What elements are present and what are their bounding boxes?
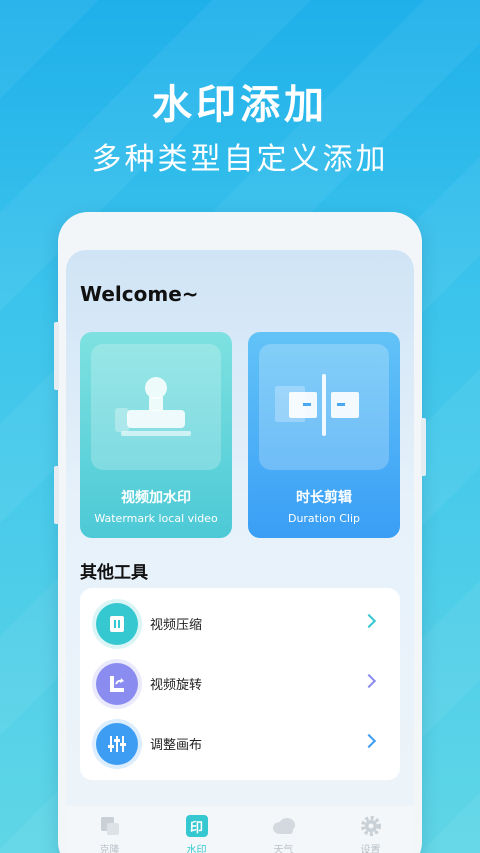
rotate-icon	[96, 663, 138, 705]
watermark-video-card[interactable]: 视频加水印 Watermark local video	[80, 332, 232, 538]
nav-label: 天气	[273, 845, 294, 853]
watermark-icon: 印	[185, 815, 208, 837]
gear-icon	[360, 816, 381, 836]
phone-side-button	[54, 466, 59, 524]
chevron-right-icon	[361, 613, 377, 629]
cloud-icon	[272, 818, 295, 834]
card-title: 视频加水印	[121, 490, 191, 506]
nav-label: 设置	[360, 845, 381, 853]
stamp-icon	[115, 377, 191, 436]
watermark-icon-glyph: 印	[189, 820, 203, 836]
tool-label: 视频旋转	[150, 678, 203, 693]
phone-side-button	[54, 322, 59, 390]
app-screen: Welcome~ 视频加水印 Watermark local video 时长剪…	[66, 250, 414, 853]
card-title: 时长剪辑	[296, 490, 352, 506]
card-icon-panel	[91, 344, 221, 470]
nav-item-settings[interactable]: 设置	[327, 814, 414, 853]
clone-icon	[100, 817, 119, 835]
tool-label: 视频压缩	[150, 618, 203, 633]
promo-title: 水印添加	[152, 82, 328, 128]
other-tools-heading: 其他工具	[80, 563, 148, 583]
card-subtitle: Duration Clip	[287, 512, 361, 525]
welcome-heading: Welcome~	[80, 282, 199, 306]
nav-label: 克隆	[99, 845, 120, 853]
compress-icon	[96, 603, 138, 645]
card-subtitle: Watermark local video	[94, 512, 218, 525]
clip-icon	[275, 374, 359, 436]
tool-item-canvas[interactable]: 调整画布	[80, 714, 400, 774]
phone-side-button	[421, 418, 426, 476]
chevron-right-icon	[361, 673, 377, 689]
promo-subtitle: 多种类型自定义添加	[91, 142, 389, 177]
nav-item-watermark[interactable]: 印 水印	[153, 814, 240, 853]
duration-clip-card[interactable]: 时长剪辑 Duration Clip	[248, 332, 400, 538]
tools-list: 视频压缩 视频旋转 调整画布	[80, 588, 400, 780]
chevron-right-icon	[361, 733, 377, 749]
sliders-icon	[96, 723, 138, 765]
tool-label: 调整画布	[150, 738, 203, 753]
tool-item-compress[interactable]: 视频压缩	[80, 594, 400, 654]
card-icon-panel	[259, 344, 389, 470]
nav-item-clone[interactable]: 克隆	[66, 814, 153, 853]
nav-label: 水印	[186, 845, 207, 853]
nav-item-weather[interactable]: 天气	[240, 814, 327, 853]
bottom-nav: 克隆 印 水印 天气 设置	[66, 806, 414, 853]
tool-item-rotate[interactable]: 视频旋转	[80, 654, 400, 714]
